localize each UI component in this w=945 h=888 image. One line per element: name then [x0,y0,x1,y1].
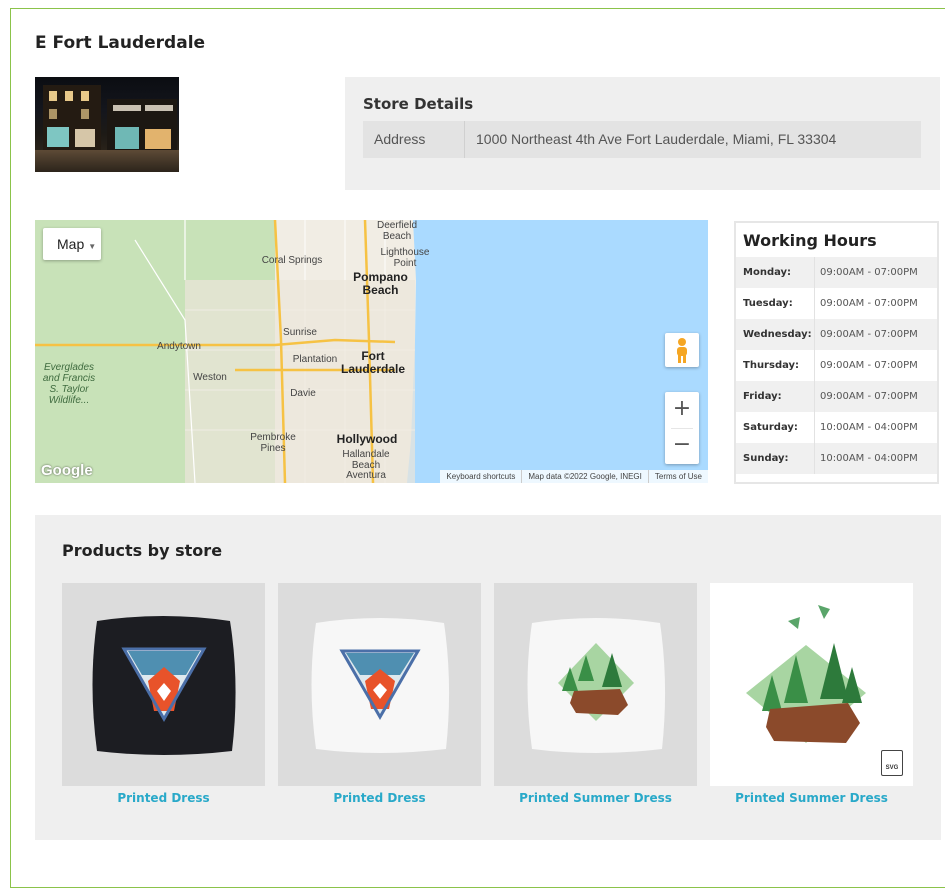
fox-pillow-image [92,616,236,755]
hours-row-sunday: Sunday: 10:00AM - 04:00PM [736,443,937,474]
product-image[interactable]: SVG [710,583,913,786]
day-label: Tuesday: [743,298,793,309]
map-label-andytown: Andytown [157,341,201,352]
map-label-everglades: Everglades and Francis S. Taylor Wildlif… [42,362,96,406]
map-label-hallandale: Hallandale Beach [342,449,390,471]
map-label-deerfield: Deerfield Beach [377,220,418,242]
address-label: Address [363,121,465,158]
address-value: 1000 Northeast 4th Ave Fort Lauderdale, … [476,131,837,147]
hours-value: 09:00AM - 07:00PM [820,360,918,371]
hours-value: 09:00AM - 07:00PM [820,298,918,309]
hours-value: 09:00AM - 07:00PM [820,329,918,340]
product-name-link[interactable]: Printed Summer Dress [710,791,913,805]
product-card[interactable]: Printed Dress [278,583,481,805]
zoom-divider [671,428,693,429]
hours-value: 09:00AM - 07:00PM [820,267,918,278]
day-label: Monday: [743,267,792,278]
day-label: Wednesday: [743,329,812,340]
hours-row-saturday: Saturday: 10:00AM - 04:00PM [736,412,937,443]
hours-row-friday: Friday: 09:00AM - 07:00PM [736,381,937,412]
street-view-pegman[interactable] [665,333,699,367]
map-type-label: Map [57,236,85,252]
store-details-panel: Store Details Address 1000 Northeast 4th… [345,77,940,190]
store-photo [35,77,179,172]
fox-pillow-image [311,618,450,753]
products-heading: Products by store [62,541,223,560]
map-attribution: Keyboard shortcuts Map data ©2022 Google… [440,470,708,483]
zoom-out-button[interactable]: − [665,428,699,464]
hours-row-thursday: Thursday: 09:00AM - 07:00PM [736,350,937,381]
hours-value: 09:00AM - 07:00PM [820,391,918,402]
product-image[interactable] [278,583,481,786]
google-logo: Google [41,462,93,479]
hours-row-wednesday: Wednesday: 09:00AM - 07:00PM [736,319,937,350]
product-image[interactable] [494,583,697,786]
pegman-icon [677,338,687,363]
keyboard-shortcuts-link[interactable]: Keyboard shortcuts [440,470,521,483]
map-label-hollywood: Hollywood [336,432,398,446]
store-details-heading: Store Details [363,95,474,113]
address-row: Address 1000 Northeast 4th Ave Fort Laud… [363,121,921,158]
product-name-link[interactable]: Printed Summer Dress [494,791,697,805]
map-label-sunrise: Sunrise [283,327,317,338]
product-card[interactable]: Printed Summer Dress [494,583,697,805]
terms-of-use-link[interactable]: Terms of Use [647,470,708,483]
map-label-coral-springs: Coral Springs [261,255,323,266]
zoom-in-button[interactable]: + [665,392,699,428]
product-card[interactable]: Printed Dress [62,583,265,805]
working-hours-title: Working Hours [743,231,877,250]
bear-pillow-image [527,618,666,753]
map-label-fort-lauderdale: Fort Lauderdale [340,349,406,376]
hours-value: 10:00AM - 04:00PM [820,453,918,464]
product-image[interactable] [62,583,265,786]
hours-row-tuesday: Tuesday: 09:00AM - 07:00PM [736,288,937,319]
map-type-button[interactable]: Map ▼ [43,228,101,260]
day-label: Saturday: [743,422,798,433]
day-label: Thursday: [743,360,800,371]
map-label-aventura: Aventura [346,470,386,481]
hours-row-monday: Monday: 09:00AM - 07:00PM [736,257,937,288]
product-name-link[interactable]: Printed Dress [278,791,481,805]
store-title: E Fort Lauderdale [35,33,206,53]
hours-value: 10:00AM - 04:00PM [820,422,918,433]
map-zoom-control: + − [665,392,699,464]
day-label: Sunday: [743,453,789,464]
product-card[interactable]: SVG Printed Summer Dress [710,583,913,805]
map-label-lighthouse: Lighthouse Point [380,247,430,269]
map-label-davie: Davie [290,388,316,399]
day-label: Friday: [743,391,782,402]
product-name-link[interactable]: Printed Dress [62,791,265,805]
products-panel: Products by store Printed Dress Printed … [35,515,941,840]
working-hours-panel: Working Hours Monday: 09:00AM - 07:00PM … [734,221,939,484]
map-label-pompano: Pompano Beach [353,270,408,297]
chevron-down-icon: ▼ [88,242,97,251]
map-label-weston: Weston [193,372,227,383]
svg-file-icon: SVG [881,750,903,776]
map-label-pembroke: Pembroke Pines [250,432,296,454]
store-map[interactable]: Deerfield Beach Lighthouse Point Coral S… [35,220,708,483]
map-data-text: Map data ©2022 Google, INEGI [521,470,648,483]
